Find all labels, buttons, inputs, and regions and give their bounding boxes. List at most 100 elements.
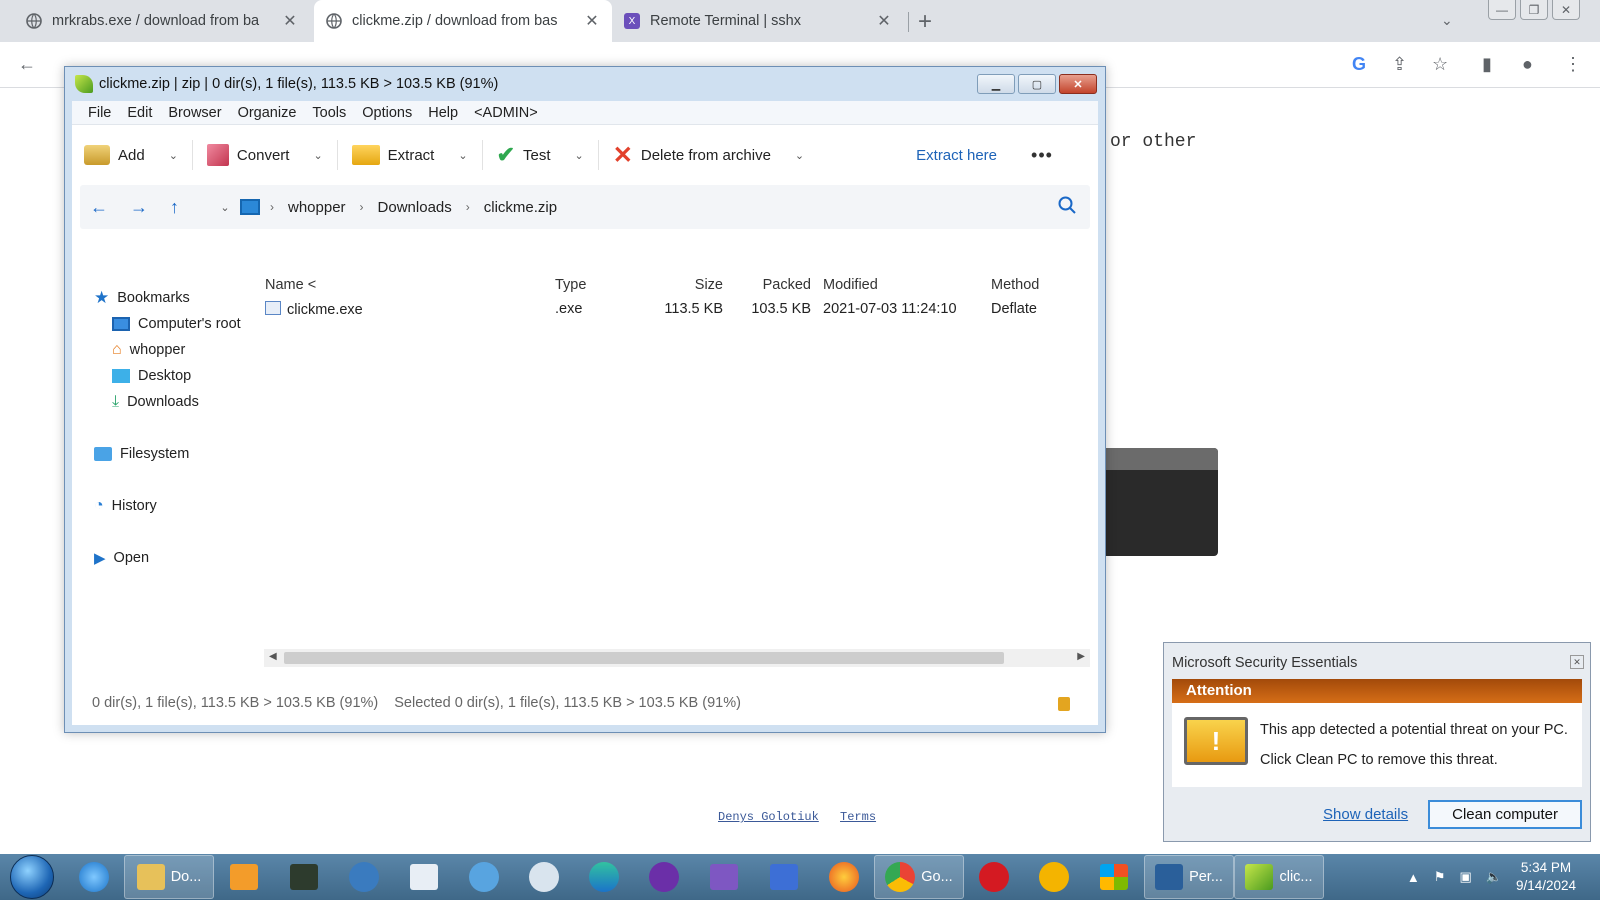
side-panel-icon[interactable]: ▮ (1482, 54, 1492, 75)
add-button[interactable]: Add ⌄ (84, 145, 178, 165)
sidebar-item-filesystem[interactable]: Filesystem (72, 441, 252, 467)
chevron-down-icon[interactable]: ⌄ (575, 149, 584, 162)
minimize-icon[interactable]: — (1488, 0, 1516, 20)
taskbar-opera[interactable] (964, 855, 1024, 899)
popup-close-icon[interactable]: ✕ (1570, 655, 1584, 669)
test-button[interactable]: ✔ Test ⌄ (497, 142, 584, 168)
column-modified[interactable]: Modified (811, 277, 987, 293)
sidebar-item-bookmarks[interactable]: ★ Bookmarks (72, 285, 252, 311)
close-tab-icon[interactable]: ✕ (584, 11, 600, 31)
column-type[interactable]: Type (551, 277, 637, 293)
tab-mrkrabs[interactable]: mrkrabs.exe / download from ba ✕ (14, 0, 310, 42)
sidebar-item-history[interactable]: ◔ History (72, 493, 252, 519)
chevron-down-icon[interactable]: ⌄ (458, 149, 467, 162)
close-icon[interactable]: ✕ (1552, 0, 1580, 20)
taskbar-app-4[interactable] (274, 855, 334, 899)
extract-button[interactable]: Extract ⌄ (351, 145, 468, 165)
table-row[interactable]: clickme.exe .exe 113.5 KB 103.5 KB 2021-… (255, 297, 1090, 321)
tab-clickme[interactable]: clickme.zip / download from bas ✕ (314, 0, 612, 42)
taskbar-app-7[interactable] (454, 855, 514, 899)
scroll-left-icon[interactable]: ◀ (269, 651, 277, 662)
menu-tools[interactable]: Tools (304, 105, 354, 121)
chevron-down-icon[interactable]: ⌄ (795, 149, 804, 162)
column-name[interactable]: Name < (255, 277, 551, 293)
minimize-button[interactable]: ▁ (977, 74, 1015, 94)
new-tab-icon[interactable]: + (918, 8, 932, 36)
back-icon[interactable]: ← (18, 54, 36, 75)
breadcrumb-whopper[interactable]: whopper (288, 199, 346, 216)
menu-dots-icon[interactable]: ⋮ (1564, 54, 1582, 75)
column-method[interactable]: Method (987, 277, 1057, 293)
chevron-down-icon[interactable]: ⌄ (169, 149, 178, 162)
taskbar-vs[interactable] (694, 855, 754, 899)
clean-computer-button[interactable]: Clean computer (1428, 799, 1582, 829)
menu-admin[interactable]: <ADMIN> (466, 105, 546, 121)
start-button[interactable] (10, 855, 54, 899)
horizontal-scrollbar[interactable]: ◀ ▶ (264, 649, 1090, 667)
menu-file[interactable]: File (80, 105, 119, 121)
google-icon[interactable]: G (1352, 54, 1366, 75)
extract-here-link[interactable]: Extract here (916, 147, 997, 164)
bookmark-star-icon[interactable]: ☆ (1432, 54, 1448, 75)
close-tab-icon[interactable]: ✕ (282, 11, 298, 31)
more-options-icon[interactable]: ••• (1031, 145, 1053, 166)
column-packed[interactable]: Packed (723, 277, 811, 293)
sidebar-item-whopper[interactable]: ⌂ whopper (72, 337, 252, 363)
delete-from-archive-button[interactable]: ✕ Delete from archive ⌄ (613, 141, 804, 170)
chevron-down-icon[interactable]: ⌄ (313, 149, 322, 162)
taskbar-explorer[interactable]: Do... (124, 855, 214, 899)
volume-muted-icon[interactable]: 🔈 (1486, 869, 1502, 885)
taskbar-media[interactable] (214, 855, 274, 899)
profile-icon[interactable]: ● (1522, 54, 1533, 75)
show-hidden-icons-icon[interactable]: ▲ (1407, 870, 1420, 885)
computer-icon[interactable] (240, 199, 260, 215)
taskbar-peazip[interactable]: clic... (1234, 855, 1324, 899)
column-size[interactable]: Size (637, 277, 723, 293)
sidebar-item-computers-root[interactable]: Computer's root (72, 311, 252, 337)
footer-link-terms[interactable]: Terms (840, 810, 876, 824)
sidebar-item-open[interactable]: ▶ Open (72, 545, 252, 571)
sidebar-item-desktop[interactable]: Desktop (72, 363, 252, 389)
scrollbar-thumb[interactable] (284, 652, 1004, 664)
breadcrumb-clickme[interactable]: clickme.zip (484, 199, 557, 216)
menu-help[interactable]: Help (420, 105, 466, 121)
maximize-button[interactable]: ▢ (1018, 74, 1056, 94)
back-arrow-icon[interactable]: ← (90, 197, 130, 218)
show-details-link[interactable]: Show details (1323, 806, 1408, 823)
close-tab-icon[interactable]: ✕ (876, 11, 892, 31)
taskbar-app-6[interactable] (394, 855, 454, 899)
taskbar-yahoo[interactable] (634, 855, 694, 899)
lock-icon[interactable] (1058, 697, 1070, 711)
flag-icon[interactable]: ⚑ (1434, 869, 1446, 885)
history-dropdown-icon[interactable]: ⌄ (210, 201, 240, 214)
taskbar-app-5[interactable] (334, 855, 394, 899)
footer-link-author[interactable]: Denys Golotiuk (718, 810, 819, 824)
breadcrumb-downloads[interactable]: Downloads (378, 199, 452, 216)
tab-remote-terminal[interactable]: X Remote Terminal | sshx ✕ (612, 0, 904, 42)
menu-options[interactable]: Options (354, 105, 420, 121)
convert-button[interactable]: Convert ⌄ (206, 144, 323, 166)
forward-arrow-icon[interactable]: → (130, 197, 170, 218)
share-icon[interactable]: ⇪ (1392, 54, 1407, 75)
clock[interactable]: 5:34 PM 9/14/2024 (1516, 859, 1576, 895)
search-icon[interactable] (1058, 196, 1076, 219)
taskbar-ie[interactable] (64, 855, 124, 899)
taskbar-windows[interactable] (1084, 855, 1144, 899)
scroll-right-icon[interactable]: ▶ (1077, 651, 1085, 662)
archive-titlebar[interactable]: clickme.zip | zip | 0 dir(s), 1 file(s),… (65, 67, 1105, 101)
restore-icon[interactable]: ❐ (1520, 0, 1548, 20)
menu-browser[interactable]: Browser (160, 105, 229, 121)
taskbar-perfmon[interactable]: Per... (1144, 855, 1234, 899)
network-tray-icon[interactable]: ▣ (1459, 869, 1471, 885)
close-button[interactable]: ✕ (1059, 74, 1097, 94)
taskbar-chrome[interactable]: Go... (874, 855, 964, 899)
taskbar-app-12[interactable] (754, 855, 814, 899)
menu-edit[interactable]: Edit (119, 105, 160, 121)
up-arrow-icon[interactable]: ↑ (170, 197, 210, 218)
taskbar-edge[interactable] (574, 855, 634, 899)
sidebar-item-downloads[interactable]: ⤓ Downloads (72, 389, 252, 415)
menu-organize[interactable]: Organize (230, 105, 305, 121)
taskbar-firefox[interactable] (814, 855, 874, 899)
tab-search-icon[interactable]: ⌄ (1441, 12, 1453, 29)
taskbar-app-8[interactable] (514, 855, 574, 899)
